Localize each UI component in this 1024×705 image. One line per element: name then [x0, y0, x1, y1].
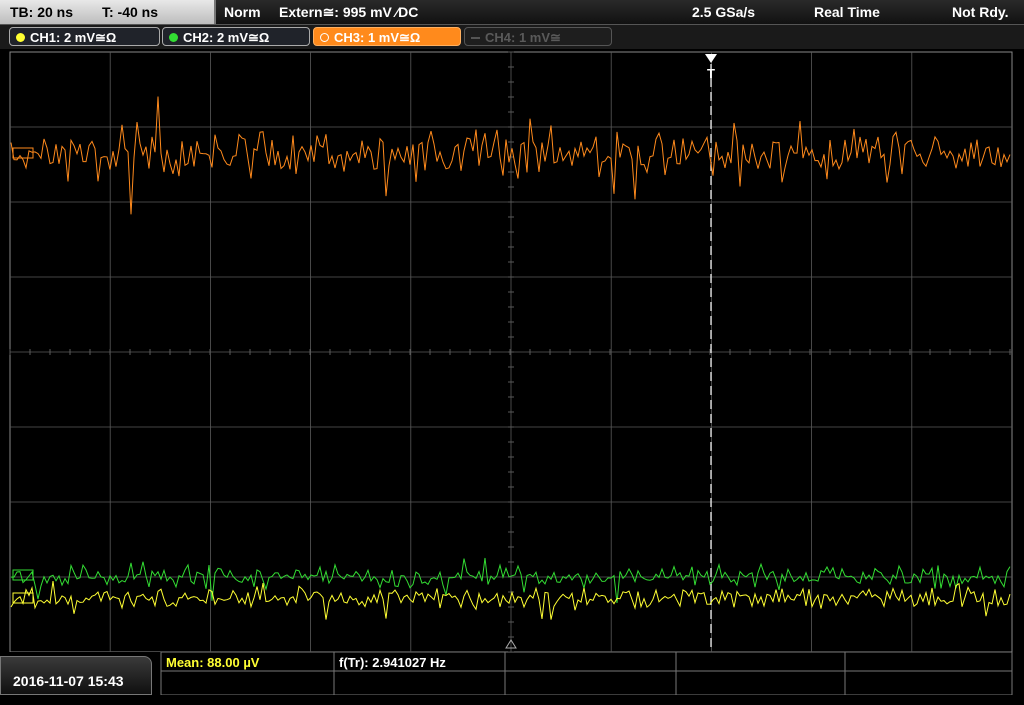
datetime-display: 2016-11-07 15:43	[0, 656, 152, 695]
channel-1-tab[interactable]: CH1: 2 mV≅Ω	[9, 27, 160, 46]
mean-measurement[interactable]: Mean: 88.00 µV	[166, 655, 259, 698]
acquisition-status: Not Rdy.	[952, 4, 1009, 20]
trigger-mode[interactable]: Norm	[224, 0, 261, 24]
channel-3-indicator-icon	[320, 33, 329, 42]
channel-2-indicator-icon	[169, 33, 178, 42]
trigger-source[interactable]: Extern≅: 995 mV ⁄DC	[279, 0, 418, 24]
channel-3-label: CH3: 1 mV≅Ω	[334, 30, 421, 45]
channel-4-tab[interactable]: CH4: 1 mV≅	[464, 27, 612, 46]
acquisition-mode[interactable]: Real Time	[814, 0, 880, 24]
waveform-display[interactable]: T	[0, 50, 1024, 652]
waveform-svg: T	[9, 51, 1013, 652]
channel-2-tab[interactable]: CH2: 2 mV≅Ω	[162, 27, 310, 46]
sample-rate: 2.5 GSa/s	[692, 4, 756, 20]
channel-4-off-icon	[471, 37, 480, 39]
timebase-box[interactable]: TB: 20 ns T: -40 ns	[0, 0, 216, 24]
channel-tabs: CH1: 2 mV≅Ω CH2: 2 mV≅Ω CH3: 1 mV≅Ω CH4:…	[0, 25, 1024, 49]
channel-4-label: CH4: 1 mV≅	[485, 30, 561, 45]
channel-1-label: CH1: 2 mV≅Ω	[30, 30, 117, 45]
measurement-bar	[0, 652, 1024, 695]
trigger-marker-label: T	[707, 66, 715, 81]
channel-2-label: CH2: 2 mV≅Ω	[183, 30, 270, 45]
channel-1-indicator-icon	[16, 33, 25, 42]
timebase-label: TB: 20 ns	[10, 4, 74, 20]
status-bar: TB: 20 ns T: -40 ns Norm Extern≅: 995 mV…	[0, 0, 1024, 25]
channel-3-tab[interactable]: CH3: 1 mV≅Ω	[313, 27, 461, 46]
trigger-offset-label: T: -40 ns	[102, 4, 159, 20]
measurement-grid	[160, 652, 1013, 695]
frequency-measurement[interactable]: f(Tr): 2.941027 Hz	[339, 655, 446, 698]
